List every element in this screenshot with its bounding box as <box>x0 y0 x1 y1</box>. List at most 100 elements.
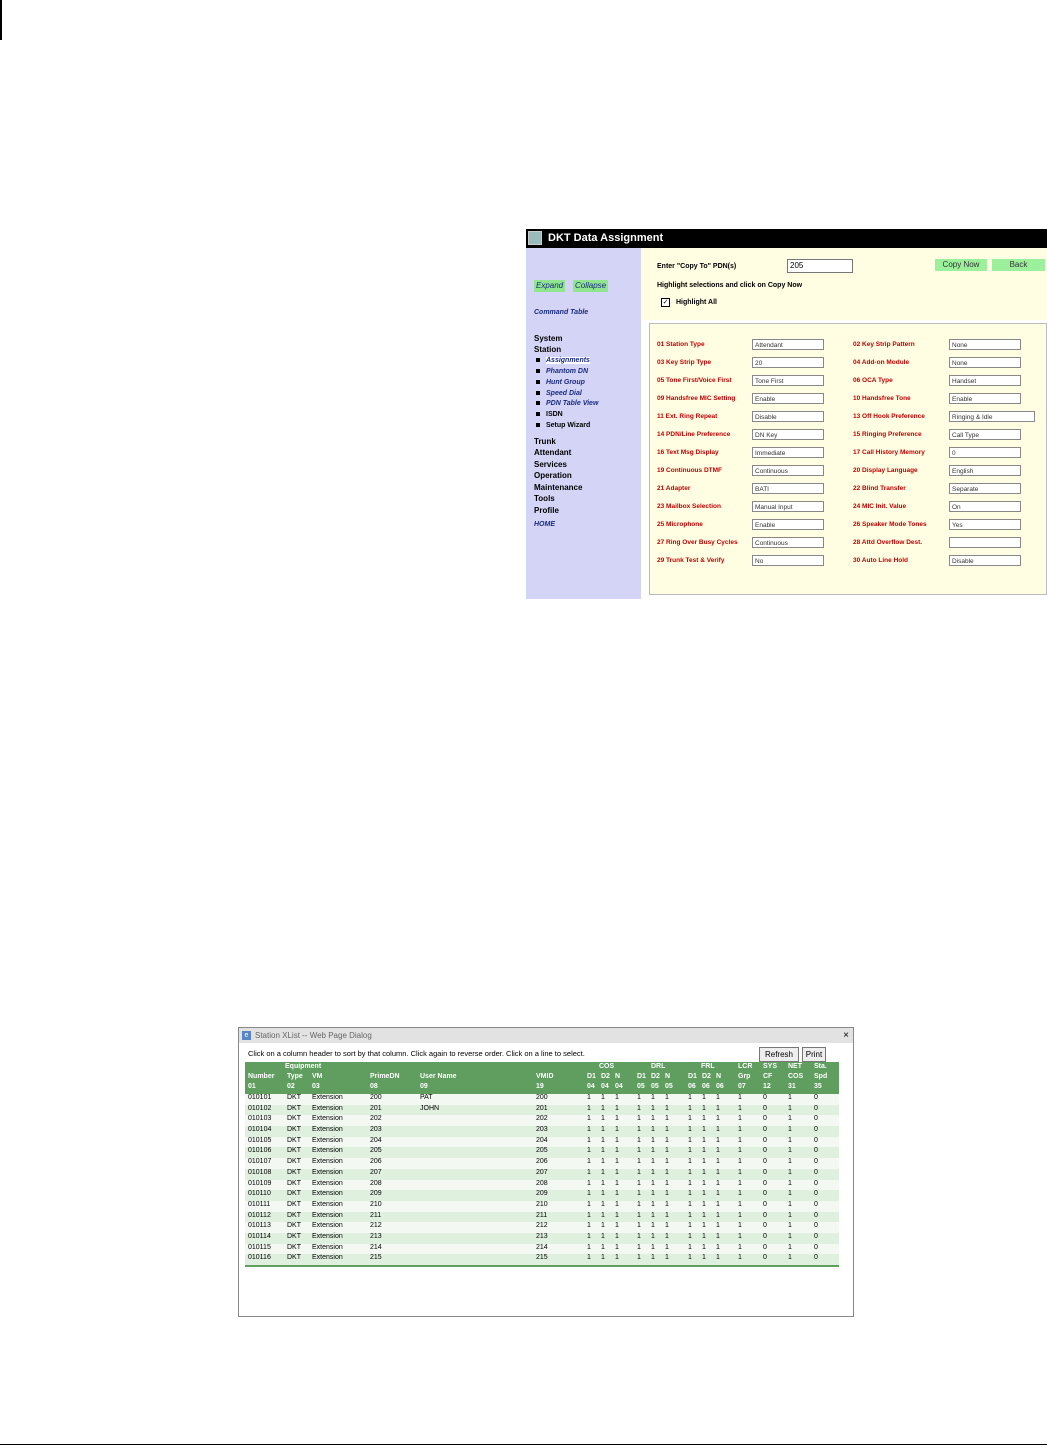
copy-to-input[interactable]: 205 <box>787 259 853 273</box>
column-header[interactable]: D2 <box>651 1073 660 1080</box>
field-value-input[interactable]: BATI <box>752 483 824 494</box>
field-value-input[interactable]: 0 <box>949 447 1021 458</box>
table-row[interactable]: 010115 DKT Extension 214 214 1 1 1 1 1 1 1 1 1 1 0 1 0 <box>245 1243 839 1255</box>
column-header[interactable]: D1 <box>688 1073 697 1080</box>
table-row[interactable]: 010105 DKT Extension 204 204 1 1 1 1 1 1 1 1 1 1 0 1 0 <box>245 1136 839 1148</box>
field-value-input[interactable]: Immediate <box>752 447 824 458</box>
sidebar-item-isdn[interactable]: ISDN <box>536 411 563 418</box>
sidebar-item-profile[interactable]: Profile <box>534 506 559 515</box>
sidebar-item-services[interactable]: Services <box>534 460 567 469</box>
table-row[interactable]: 010104 DKT Extension 203 203 1 1 1 1 1 1 1 1 1 1 0 1 0 <box>245 1126 839 1137</box>
field-value-input[interactable]: On <box>949 501 1021 512</box>
header-group-label[interactable]: LCR <box>738 1063 752 1070</box>
field-value-input[interactable]: No <box>752 555 824 566</box>
field-value-input[interactable]: Enable <box>752 519 824 530</box>
column-header[interactable]: N <box>665 1073 670 1080</box>
sidebar-item-speed-dial[interactable]: Speed Dial <box>536 390 582 397</box>
field-value-input[interactable]: 20 <box>752 357 824 368</box>
column-header[interactable]: D1 <box>637 1073 646 1080</box>
field-value-input[interactable]: Continuous <box>752 465 824 476</box>
sidebar-item-phantom-dn[interactable]: Phantom DN <box>536 368 588 375</box>
copy-now-button[interactable]: Copy Now <box>935 259 987 271</box>
close-icon[interactable]: × <box>843 1028 849 1043</box>
highlight-all-checkbox[interactable]: ✓ <box>661 298 670 307</box>
column-header[interactable]: D2 <box>702 1073 711 1080</box>
table-row[interactable]: 010113 DKT Extension 212 212 1 1 1 1 1 1 1 1 1 1 0 1 0 <box>245 1222 839 1233</box>
table-row[interactable]: 010110 DKT Extension 209 209 1 1 1 1 1 1 1 1 1 1 0 1 0 <box>245 1190 839 1201</box>
field-value-input[interactable]: Disable <box>949 555 1021 566</box>
print-button[interactable]: Print <box>802 1047 826 1062</box>
field-value-input[interactable]: None <box>949 339 1021 350</box>
column-header[interactable]: Spd <box>814 1073 827 1080</box>
field-value-input[interactable]: Tone First <box>752 375 824 386</box>
field-value-input[interactable]: DN Key <box>752 429 824 440</box>
header-group-label[interactable]: Equipment <box>285 1063 321 1070</box>
column-header[interactable]: VM <box>312 1073 323 1080</box>
field-value-input[interactable]: Attendant <box>752 339 824 350</box>
column-header[interactable]: N <box>615 1073 620 1080</box>
header-group-label[interactable]: SYS <box>763 1063 777 1070</box>
expand-button[interactable]: Expand <box>534 280 566 292</box>
table-row[interactable]: 010108 DKT Extension 207 207 1 1 1 1 1 1 1 1 1 1 0 1 0 <box>245 1168 839 1180</box>
sidebar-item-assignments[interactable]: Assignments <box>536 357 590 364</box>
table-row[interactable]: 010107 DKT Extension 206 206 1 1 1 1 1 1 1 1 1 1 0 1 0 <box>245 1158 839 1169</box>
sidebar-item-trunk[interactable]: Trunk <box>534 437 556 446</box>
column-header[interactable]: COS <box>788 1073 803 1080</box>
refresh-button[interactable]: Refresh <box>759 1047 799 1062</box>
sidebar-item-tools[interactable]: Tools <box>534 494 555 503</box>
column-header[interactable]: Type <box>287 1073 303 1080</box>
table-cell: 1 <box>716 1104 720 1112</box>
sidebar-item-hunt-group[interactable]: Hunt Group <box>536 379 585 386</box>
column-header[interactable]: PrimeDN <box>370 1073 400 1080</box>
sidebar-item-operation[interactable]: Operation <box>534 471 572 480</box>
column-header[interactable]: CF <box>763 1073 772 1080</box>
column-code: 01 <box>248 1083 256 1090</box>
table-row[interactable]: 010116 DKT Extension 215 215 1 1 1 1 1 1 1 1 1 1 0 1 0 <box>245 1254 839 1265</box>
field-value-input[interactable]: English <box>949 465 1021 476</box>
sidebar-item-attendant[interactable]: Attendant <box>534 448 571 457</box>
sidebar-item-station[interactable]: Station <box>534 345 561 354</box>
sidebar-item-setup-wizard[interactable]: Setup Wizard <box>536 422 590 429</box>
column-header[interactable]: N <box>716 1073 721 1080</box>
table-row[interactable]: 010114 DKT Extension 213 213 1 1 1 1 1 1 1 1 1 1 0 1 0 <box>245 1232 839 1244</box>
table-row[interactable]: 010106 DKT Extension 205 205 1 1 1 1 1 1 1 1 1 1 0 1 0 <box>245 1147 839 1159</box>
field-value-input[interactable]: Yes <box>949 519 1021 530</box>
sidebar-item-system[interactable]: System <box>534 334 562 343</box>
field-value-input[interactable]: Continuous <box>752 537 824 548</box>
sidebar-item-pdn-table-view[interactable]: PDN Table View <box>536 400 598 407</box>
field-value-input[interactable]: Enable <box>949 393 1021 404</box>
header-group-label[interactable]: DRL <box>651 1063 665 1070</box>
collapse-button[interactable]: Collapse <box>573 280 609 292</box>
header-group-label[interactable]: Sta. <box>814 1063 827 1070</box>
table-row[interactable]: 010103 DKT Extension 202 202 1 1 1 1 1 1 1 1 1 1 0 1 0 <box>245 1115 839 1127</box>
field-value-input[interactable]: Enable <box>752 393 824 404</box>
table-row[interactable]: 010111 DKT Extension 210 210 1 1 1 1 1 1 1 1 1 1 0 1 0 <box>245 1200 839 1212</box>
field-value-input[interactable] <box>949 537 1021 548</box>
field-value-input[interactable]: Handset <box>949 375 1021 386</box>
header-group-label[interactable]: FRL <box>701 1063 715 1070</box>
home-link[interactable]: HOME <box>534 521 555 528</box>
header-group-label[interactable]: COS <box>599 1063 614 1070</box>
column-header[interactable]: Grp <box>738 1073 750 1080</box>
column-header[interactable]: User Name <box>420 1073 457 1080</box>
table-row[interactable]: 010101 DKT Extension 200 PAT 200 1 1 1 1 1 1 1 1 1 1 0 1 0 <box>245 1094 839 1105</box>
field-value-input[interactable]: Separate <box>949 483 1021 494</box>
column-header[interactable]: D2 <box>601 1073 610 1080</box>
command-table-link[interactable]: Command Table <box>534 309 588 316</box>
column-header[interactable]: VMID <box>536 1073 554 1080</box>
back-button[interactable]: Back <box>992 259 1045 271</box>
sidebar-item-maintenance[interactable]: Maintenance <box>534 483 582 492</box>
table-header[interactable]: Equipment COS DRL FRL LCR SYS NET Sta. Number 01 T… <box>245 1062 839 1094</box>
table-cell: 1 <box>716 1211 720 1219</box>
field-value-input[interactable]: Ringing & Idle <box>949 411 1035 422</box>
table-row[interactable]: 010109 DKT Extension 208 208 1 1 1 1 1 1 1 1 1 1 0 1 0 <box>245 1179 839 1191</box>
header-group-label[interactable]: NET <box>788 1063 802 1070</box>
table-row[interactable]: 010112 DKT Extension 211 211 1 1 1 1 1 1 1 1 1 1 0 1 0 <box>245 1211 839 1223</box>
field-value-input[interactable]: Call Type <box>949 429 1021 440</box>
table-row[interactable]: 010102 DKT Extension 201 JOHN 201 1 1 1 1 1 1 1 1 1 1 0 1… <box>245 1104 839 1116</box>
field-value-input[interactable]: Manual Input <box>752 501 824 512</box>
column-header[interactable]: D1 <box>587 1073 596 1080</box>
column-header[interactable]: Number <box>248 1073 274 1080</box>
field-value-input[interactable]: None <box>949 357 1021 368</box>
field-value-input[interactable]: Disable <box>752 411 824 422</box>
